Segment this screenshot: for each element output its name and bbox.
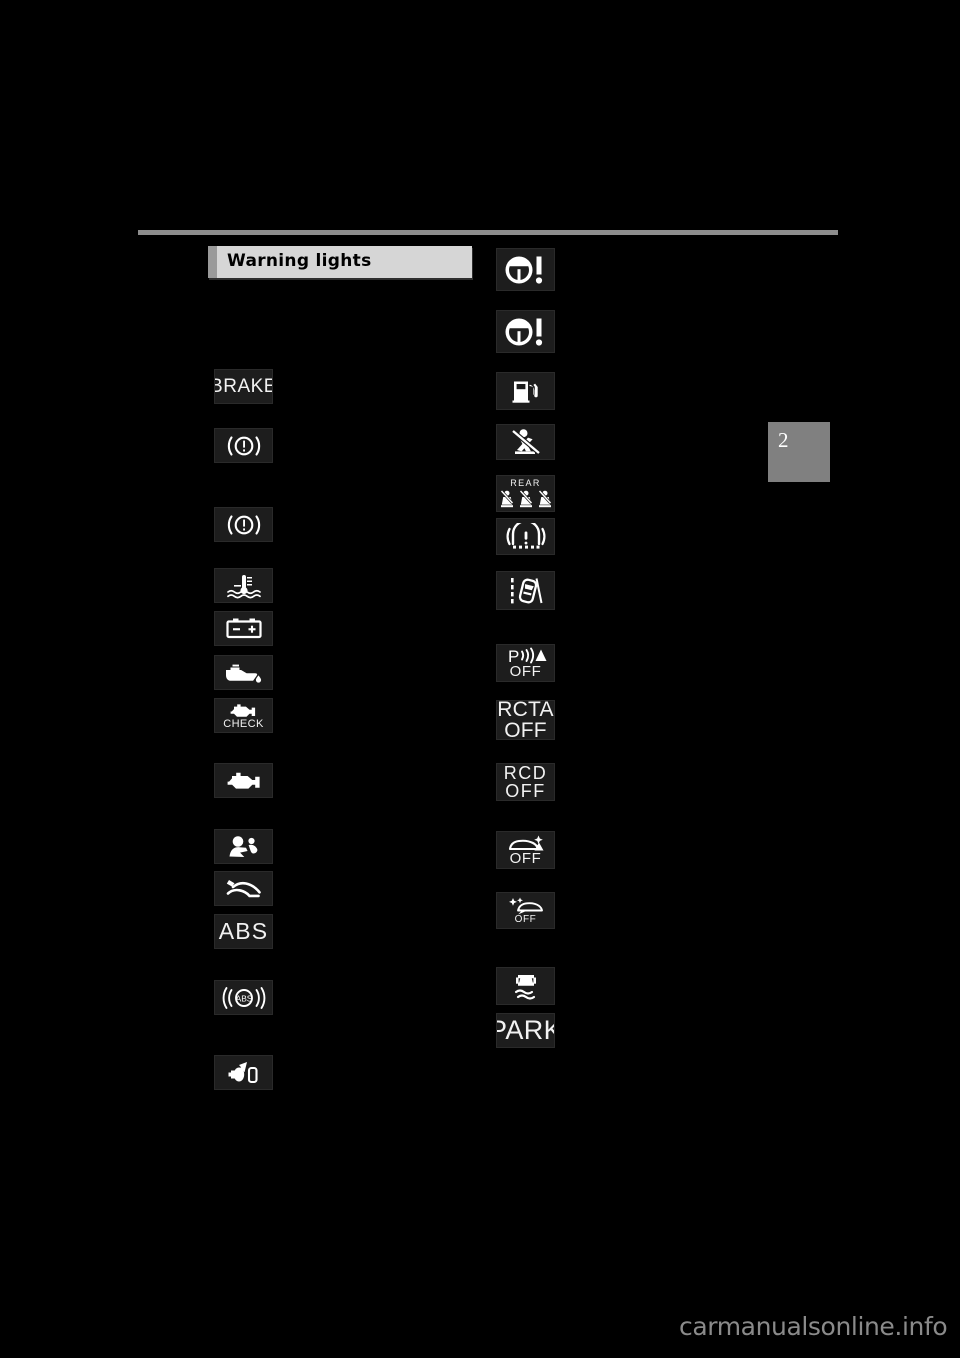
icon-tile-pksb-off: OFF bbox=[496, 831, 555, 869]
icon-tile-abs-bracket: ABS bbox=[214, 980, 273, 1015]
svg-text:P: P bbox=[508, 647, 519, 664]
icon-tile-brake-pad-wear bbox=[214, 1055, 273, 1090]
footer-watermark: carmanualsonline.info bbox=[679, 1312, 948, 1341]
tire-pressure-icon bbox=[506, 522, 545, 549]
icon-tile-driver-seat-belt-reminder bbox=[496, 424, 555, 460]
icon-tile-brake-warning-circle-2 bbox=[214, 507, 273, 542]
brake-exclamation-icon bbox=[227, 514, 260, 535]
engine-icon bbox=[227, 772, 260, 789]
icon-tile-charging-system bbox=[214, 611, 273, 646]
abs-text-icon: ABS bbox=[218, 918, 269, 944]
icon-tile-lane-departure-alert bbox=[496, 571, 555, 610]
rear-label: REAR bbox=[510, 477, 541, 488]
pretensioner-icon bbox=[226, 879, 261, 897]
icon-tile-vsc-skid-control bbox=[496, 967, 555, 1005]
pcs-front-off-icon bbox=[508, 897, 543, 915]
pcs-off-label: OFF bbox=[514, 914, 537, 925]
parking-sensor-off-icon: P bbox=[508, 647, 546, 664]
svg-text:ABS: ABS bbox=[235, 993, 252, 1003]
page-title: Warning lights bbox=[227, 251, 372, 271]
icon-tile-abs-text: ABS bbox=[214, 914, 273, 949]
chapter-tab: 2 bbox=[768, 422, 830, 482]
engine-check-label: CHECK bbox=[223, 717, 264, 730]
seat-belt-icon bbox=[511, 429, 540, 455]
fuel-pump-icon bbox=[512, 381, 538, 403]
abs-bracket-icon: ABS bbox=[222, 986, 265, 1009]
header-rule bbox=[138, 230, 838, 235]
icon-tile-eps-warning-1 bbox=[496, 248, 555, 291]
icon-tile-pcs-off: OFF bbox=[496, 892, 555, 929]
icon-tile-low-oil-pressure bbox=[214, 655, 273, 690]
brake-text-icon: BRAKE bbox=[215, 376, 272, 397]
icon-tile-low-fuel bbox=[496, 372, 555, 410]
icon-tile-parking-assist-off: P OFF bbox=[496, 644, 555, 682]
rcta-off-label: OFF bbox=[504, 719, 547, 740]
icon-tile-rcd-off: RCD OFF bbox=[496, 763, 555, 801]
steering-wheel-alert-icon bbox=[505, 256, 542, 284]
icon-tile-park-indicator: PARK bbox=[496, 1013, 555, 1048]
icon-tile-seat-belt-pretensioner bbox=[214, 871, 273, 906]
icon-tile-engine-check: CHECK bbox=[214, 698, 273, 733]
brake-pad-wear-icon bbox=[228, 1062, 258, 1084]
icon-tile-malfunction-indicator bbox=[214, 763, 273, 798]
rcd-off-label: OFF bbox=[505, 781, 546, 801]
steering-wheel-alert-icon bbox=[505, 318, 542, 346]
skid-control-icon bbox=[514, 975, 536, 1000]
icon-tile-rear-seat-belt-reminder: REAR bbox=[496, 475, 555, 512]
airbag-icon bbox=[229, 835, 257, 857]
chapter-number: 2 bbox=[778, 428, 789, 452]
rcd-label: RCD bbox=[503, 763, 548, 783]
manual-page: 2 Warning lights BRAKE bbox=[0, 0, 960, 1358]
oil-can-icon bbox=[225, 664, 261, 683]
parking-assist-off-label: OFF bbox=[509, 663, 542, 680]
icon-tile-srs-airbag bbox=[214, 829, 273, 864]
coolant-temperature-icon bbox=[226, 574, 261, 598]
rcta-label: RCTA bbox=[497, 700, 554, 721]
brake-exclamation-icon bbox=[227, 435, 260, 456]
lane-departure-icon bbox=[510, 577, 542, 603]
icon-tile-brake-system-warning: BRAKE bbox=[214, 369, 273, 404]
icon-tile-rcta-off: RCTA OFF bbox=[496, 700, 555, 740]
pksb-off-label: OFF bbox=[509, 849, 542, 867]
icon-tile-tire-pressure-warning bbox=[496, 518, 555, 555]
park-text-icon: PARK bbox=[497, 1015, 554, 1045]
icon-tile-engine-coolant-temp bbox=[214, 568, 273, 603]
icon-tile-brake-warning-circle-1 bbox=[214, 428, 273, 463]
engine-check-icon bbox=[231, 703, 256, 717]
section-title-bar: Warning lights bbox=[208, 246, 472, 278]
rear-seat-belt-icon bbox=[499, 489, 552, 507]
battery-icon bbox=[225, 618, 262, 639]
icon-tile-eps-warning-2 bbox=[496, 310, 555, 353]
